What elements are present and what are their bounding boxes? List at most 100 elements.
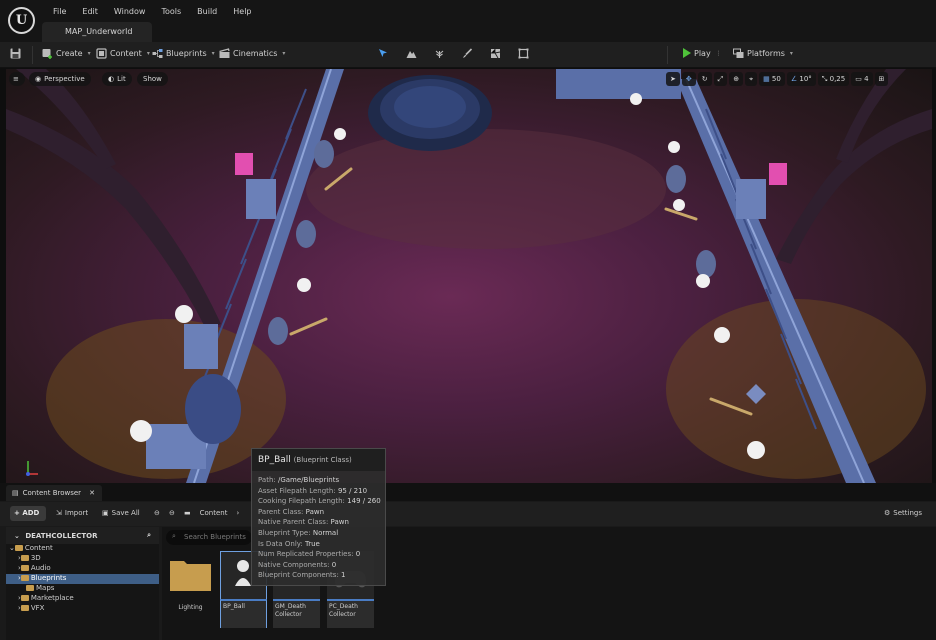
history-forward-button[interactable]: ⊖ <box>169 509 175 517</box>
tree-item-marketplace[interactable]: › Marketplace <box>6 594 159 604</box>
foliage-mode-button[interactable] <box>434 48 445 59</box>
lit-label: Lit <box>117 75 126 83</box>
tree-item-label: Blueprints <box>30 574 67 582</box>
select-tool-button[interactable]: ➤ <box>666 72 680 86</box>
search-placeholder: Search Blueprints <box>184 533 246 541</box>
content-browser-tabbar: ▤ Content Browser ✕ <box>0 483 936 501</box>
menu-edit[interactable]: Edit <box>74 7 106 16</box>
toolbar-divider <box>32 46 33 64</box>
menu-window[interactable]: Window <box>106 7 154 16</box>
cinematics-button[interactable]: Cinematics ▾ <box>219 48 285 59</box>
save-all-icon: ▣ <box>102 509 109 517</box>
tab-content-browser[interactable]: ▤ Content Browser ✕ <box>6 485 102 501</box>
menu-file[interactable]: File <box>45 7 74 16</box>
level-viewport[interactable]: ≡ ◉ Perspective ◐ Lit Show ➤ ✥ ↻ ⤢ ⊕ ⌖ ▦… <box>6 69 932 483</box>
tree-item-audio[interactable]: › Audio <box>6 564 159 574</box>
select-mode-button[interactable] <box>378 48 389 59</box>
toolbar-divider <box>667 46 668 64</box>
breadcrumb[interactable]: ▬ Content › <box>184 509 239 517</box>
tree-item-label: Audio <box>30 564 51 572</box>
rotation-snap-value: 10° <box>799 75 812 83</box>
lit-button[interactable]: ◐ Lit <box>102 72 132 86</box>
camera-icon: ▭ <box>855 75 862 83</box>
tree-item-blueprints[interactable]: › Blueprints <box>6 574 159 584</box>
tab-map[interactable]: MAP_Underworld <box>42 22 152 42</box>
tooltip-row: Native Components: 0 <box>258 560 337 569</box>
close-icon[interactable]: ✕ <box>89 489 95 501</box>
tooltip-asset-type: (Blueprint Class) <box>293 456 352 464</box>
tree-item-label: Content <box>24 544 53 552</box>
show-label: Show <box>143 75 162 83</box>
folder-icon <box>14 545 23 551</box>
surface-snap-button[interactable]: ⌖ <box>745 72 758 86</box>
rotate-tool-button[interactable]: ↻ <box>697 72 712 86</box>
tree-item-3d[interactable]: › 3D <box>6 554 159 564</box>
play-options-icon[interactable]: ⋮ <box>716 50 722 57</box>
tree-item-label: 3D <box>30 554 41 562</box>
search-icon[interactable]: ⌕ <box>147 531 151 540</box>
tree-item-label: Marketplace <box>30 594 74 602</box>
tree-item-vfx[interactable]: › VFX <box>6 604 159 614</box>
content-button[interactable]: Content ▾ <box>96 48 150 59</box>
blueprints-icon <box>152 49 163 58</box>
asset-name: BP_Ball <box>220 599 267 628</box>
translate-tool-button[interactable]: ✥ <box>681 72 696 86</box>
folder-icon <box>26 585 34 591</box>
blueprints-button[interactable]: Blueprints ▾ <box>152 48 215 59</box>
import-label: Import <box>64 509 89 517</box>
import-icon: ⇲ <box>56 509 62 517</box>
folder-icon <box>20 555 29 561</box>
landscape-mode-button[interactable] <box>406 48 417 59</box>
save-all-button[interactable]: ▣ Save All <box>102 509 140 517</box>
modeling-mode-button[interactable] <box>518 48 529 59</box>
viewport-layout-button[interactable]: ⊞ <box>874 72 889 86</box>
scale-snap-button[interactable]: ⤡ 0,25 <box>817 72 850 86</box>
perspective-label: Perspective <box>44 75 85 83</box>
tree-header[interactable]: ⌄ DEATHCOLLECTOR ⌕ <box>6 527 159 544</box>
save-all-label: Save All <box>111 509 140 517</box>
history-back-button[interactable]: ⊖ <box>154 509 160 517</box>
menu-build[interactable]: Build <box>189 7 225 16</box>
world-space-button[interactable]: ⊕ <box>729 72 744 86</box>
menu-help[interactable]: Help <box>225 7 259 16</box>
fracture-mode-button[interactable] <box>490 48 501 59</box>
folder-icon <box>20 565 29 571</box>
scale-tool-button[interactable]: ⤢ <box>713 72 728 86</box>
settings-button[interactable]: ⚙ Settings <box>884 509 922 517</box>
forward-icon: ⊖ <box>169 509 175 517</box>
search-input[interactable]: ⌕ Search Blueprints <box>166 530 252 545</box>
perspective-button[interactable]: ◉ Perspective <box>29 72 91 86</box>
content-browser-icon: ▤ <box>12 489 19 497</box>
viewport-menu-button[interactable]: ≡ <box>9 72 25 86</box>
asset-tile-lighting[interactable]: Lighting <box>167 551 214 628</box>
asset-name: Lighting <box>178 604 203 611</box>
add-button[interactable]: + ADD <box>10 506 46 521</box>
platforms-button[interactable]: Platforms ▾ <box>733 48 793 59</box>
create-label: Create <box>56 49 83 58</box>
tooltip-row: Native Parent Class: Pawn <box>258 518 349 527</box>
tree-item-maps[interactable]: Maps <box>6 584 159 594</box>
save-button[interactable] <box>10 48 21 59</box>
asset-tooltip: BP_Ball (Blueprint Class) Path: /Game/Bl… <box>251 448 386 586</box>
create-button[interactable]: Create ▾ <box>42 48 91 59</box>
mountain-icon <box>406 51 417 58</box>
tooltip-row: Num Replicated Properties: 0 <box>258 550 361 559</box>
scale-snap-value: 0,25 <box>829 75 846 83</box>
chevron-right-icon: › <box>236 509 240 517</box>
unreal-logo-icon[interactable]: U <box>8 7 35 34</box>
breadcrumb-content[interactable]: Content <box>200 509 228 517</box>
import-button[interactable]: ⇲ Import <box>56 509 88 517</box>
mesh-paint-button[interactable] <box>462 48 473 59</box>
platforms-icon <box>733 48 744 58</box>
rotation-snap-button[interactable]: ∠ 10° <box>786 72 816 86</box>
menu-bar: File Edit Window Tools Build Help <box>45 7 260 16</box>
tree-item-content[interactable]: ⌄ Content <box>6 544 159 554</box>
select-mode-icon <box>379 49 387 57</box>
grid-snap-button[interactable]: ▦ 50 <box>759 72 785 86</box>
play-button[interactable]: Play ⋮ <box>683 48 722 58</box>
show-button[interactable]: Show <box>137 72 168 86</box>
camera-speed-value: 4 <box>864 75 869 83</box>
menu-tools[interactable]: Tools <box>153 7 189 16</box>
camera-speed-button[interactable]: ▭ 4 <box>851 72 873 86</box>
tooltip-properties: Path: /Game/Blueprints Asset Filepath Le… <box>252 471 385 581</box>
